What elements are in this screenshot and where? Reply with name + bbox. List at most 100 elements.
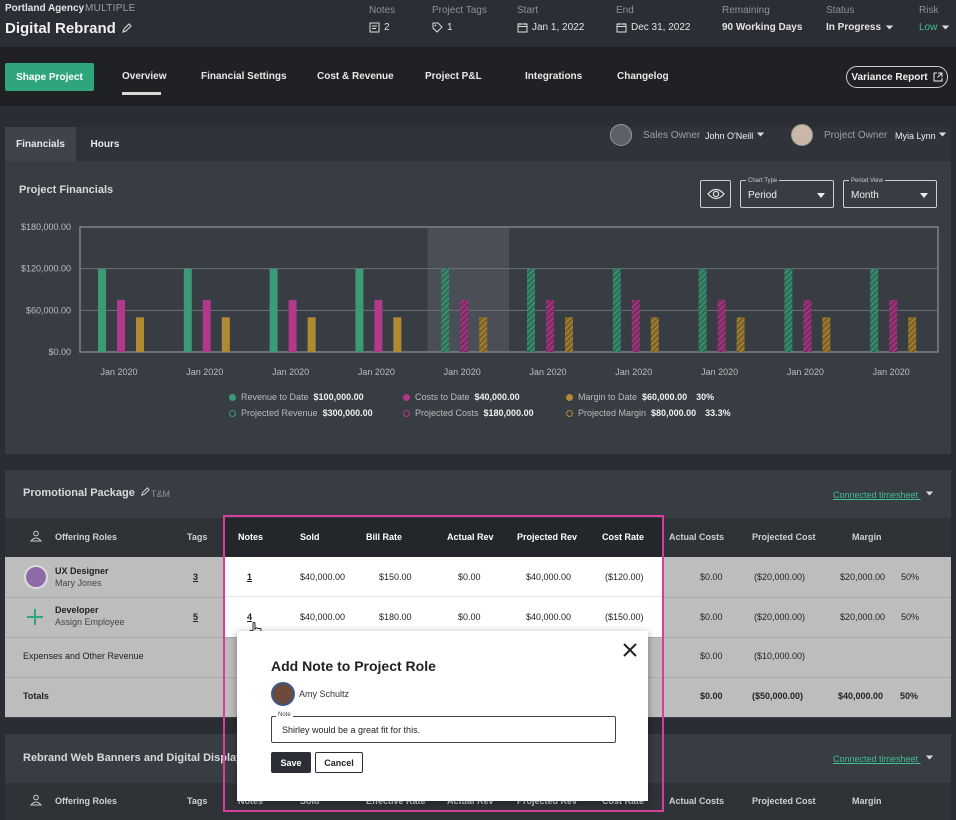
tab-project-pl[interactable]: Project P&L: [425, 71, 482, 82]
totals-actual-costs: $0.00: [700, 691, 723, 701]
col-offering-roles[interactable]: Offering Roles: [55, 532, 117, 542]
col-tags[interactable]: Tags: [187, 532, 207, 542]
bar-margin-3: [393, 317, 402, 352]
tab-overview[interactable]: Overview: [122, 71, 166, 82]
col-notes-hl[interactable]: Notes: [238, 532, 263, 542]
visibility-toggle-button[interactable]: [700, 180, 731, 208]
legend-projected-revenue: Projected Revenue $300,000.00: [229, 408, 373, 418]
end-date[interactable]: Dec 31, 2022: [616, 22, 691, 33]
role-notes-count[interactable]: 4: [247, 612, 252, 622]
col-cost-rate-hl[interactable]: Cost Rate: [602, 532, 644, 542]
col-sold-hl[interactable]: Sold: [300, 532, 320, 542]
status-value: In Progress: [826, 22, 882, 33]
col-tags[interactable]: Tags: [187, 796, 207, 806]
connected-timesheet-dropdown[interactable]: Connected timesheet: [833, 753, 934, 764]
subtab-financials[interactable]: Financials: [5, 127, 76, 161]
role-notes-count[interactable]: 1: [247, 572, 252, 582]
shape-project-button[interactable]: Shape Project: [5, 63, 94, 91]
col-margin[interactable]: Margin: [852, 532, 882, 542]
col-actual-costs[interactable]: Actual Costs: [669, 796, 724, 806]
bar-margin-6: [650, 317, 659, 352]
chart-type-label: Chart Type: [746, 178, 780, 185]
role-tags-count[interactable]: 3: [193, 572, 198, 582]
pencil-icon[interactable]: [140, 487, 150, 496]
note-author: Amy Schultz: [299, 689, 350, 699]
role-tags-count[interactable]: 5: [193, 612, 198, 622]
tab-cost-revenue[interactable]: Cost & Revenue: [317, 71, 394, 82]
col-margin[interactable]: Margin: [852, 796, 882, 806]
tab-integrations[interactable]: Integrations: [525, 71, 582, 82]
tab-changelog[interactable]: Changelog: [617, 71, 669, 82]
chevron-down-icon: [817, 193, 825, 198]
bar-costs-5: [546, 299, 554, 352]
status-dropdown[interactable]: In Progress: [826, 22, 894, 33]
role-cost-rate: ($150.00): [605, 612, 644, 622]
period-view-select[interactable]: Period View Month: [843, 178, 937, 208]
caret-down-icon: [942, 25, 950, 30]
pencil-icon[interactable]: [122, 23, 132, 33]
period-view-value: Month: [851, 190, 879, 201]
project-owner-value: Myia Lynn: [895, 131, 936, 141]
role-margin: $20,000.00: [840, 612, 886, 622]
legend-pct: 33.3%: [705, 408, 731, 418]
role-margin-pct: 50%: [901, 612, 920, 622]
caret-down-icon: [756, 132, 764, 137]
agency-name[interactable]: Portland Agency: [5, 3, 84, 14]
sales-owner-value: John O'Neill: [705, 131, 754, 141]
variance-report-button[interactable]: Variance Report: [846, 66, 948, 88]
chevron-down-icon: [920, 193, 928, 198]
bar-costs-0: [117, 299, 125, 352]
legend-label: Margin to Date: [578, 392, 638, 402]
start-date[interactable]: Jan 1, 2022: [517, 22, 584, 33]
bar-costs-3: [374, 299, 383, 352]
legend-label: Projected Revenue: [241, 408, 318, 418]
col-projected-rev-hl[interactable]: Projected Rev: [517, 532, 577, 542]
bar-revenue-8: [784, 268, 793, 352]
col-projected-cost[interactable]: Projected Cost: [752, 796, 816, 806]
note-input-value[interactable]: Shirley would be a great fit for this.: [282, 725, 420, 735]
bar-costs-2: [288, 299, 297, 352]
cancel-button[interactable]: Cancel: [315, 752, 363, 773]
highlighted-period: [427, 227, 509, 352]
x-tick-label: Jan 2020: [529, 367, 566, 377]
bar-margin-0: [136, 317, 144, 352]
bar-revenue-5: [527, 268, 535, 352]
project-owner-dropdown[interactable]: Myia Lynn: [895, 130, 947, 141]
connected-timesheet-dropdown[interactable]: Connected timesheet: [833, 489, 934, 500]
project-title[interactable]: Digital Rebrand: [5, 20, 132, 37]
bar-revenue-6: [612, 268, 621, 352]
connected-timesheet-label: Connected timesheet: [833, 754, 919, 764]
risk-dropdown[interactable]: Low: [919, 22, 950, 33]
subtab-hours[interactable]: Hours: [76, 127, 134, 161]
eye-icon: [706, 188, 725, 200]
variance-report-label: Variance Report: [851, 71, 928, 83]
col-projected-cost[interactable]: Projected Cost: [752, 532, 816, 542]
role-bill-rate: $180.00: [379, 612, 412, 622]
col-offering-roles[interactable]: Offering Roles: [55, 796, 117, 806]
legend-value: $60,000.00: [642, 392, 688, 402]
role-person[interactable]: Mary Jones: [55, 578, 102, 588]
legend-value: $100,000.00: [313, 392, 364, 402]
role-person[interactable]: Assign Employee: [55, 617, 125, 627]
remaining-label: Remaining: [722, 5, 770, 16]
role-name[interactable]: Developer: [55, 605, 99, 615]
expenses-projected-cost: ($10,000.00): [754, 651, 806, 661]
tab-financial-settings[interactable]: Financial Settings: [201, 71, 287, 82]
totals-projected-cost: ($50,000.00): [752, 691, 804, 701]
col-actual-rev-hl[interactable]: Actual Rev: [447, 532, 494, 542]
col-bill-rate-hl[interactable]: Bill Rate: [366, 532, 402, 542]
role-name[interactable]: UX Designer: [55, 566, 109, 576]
close-icon[interactable]: [622, 642, 638, 658]
chart-type-select[interactable]: Chart Type Period: [740, 178, 834, 208]
notes-count[interactable]: 2: [369, 22, 390, 33]
legend-ring: [403, 409, 410, 417]
bar-margin-7: [736, 317, 745, 352]
plus-icon[interactable]: [26, 608, 44, 626]
sales-owner-dropdown[interactable]: John O'Neill: [705, 130, 765, 141]
y-tick-label: $120,000.00: [21, 264, 71, 274]
save-button[interactable]: Save: [271, 752, 311, 773]
end-date-value: Dec 31, 2022: [631, 22, 691, 33]
totals-label: Totals: [23, 691, 49, 701]
tags-count[interactable]: 1: [432, 22, 453, 33]
col-actual-costs[interactable]: Actual Costs: [669, 532, 724, 542]
